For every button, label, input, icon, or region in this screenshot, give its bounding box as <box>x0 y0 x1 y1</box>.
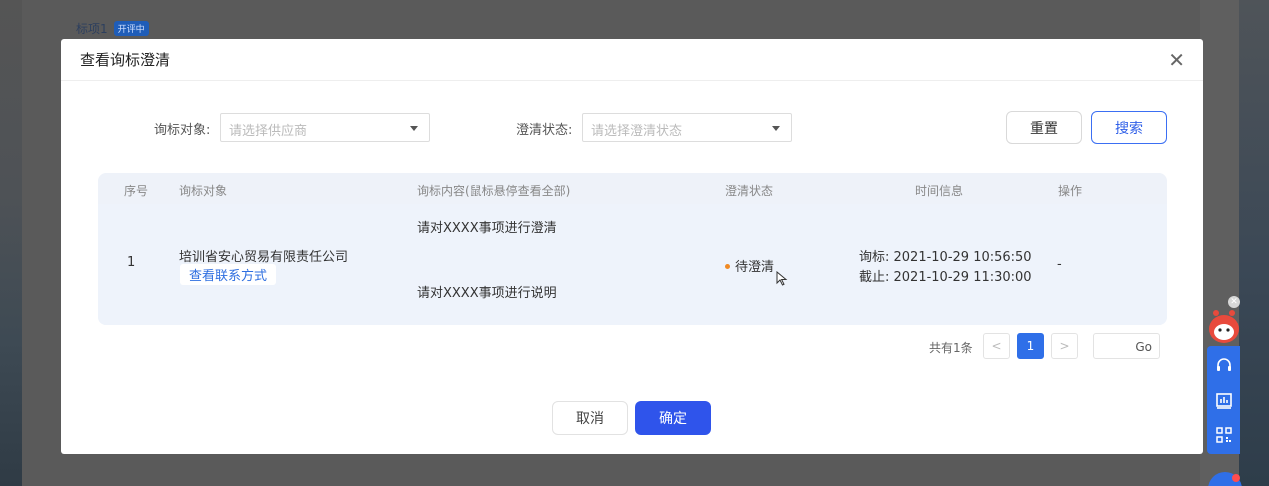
next-page-button[interactable]: > <box>1051 333 1078 359</box>
target-filter-label: 询标对象: <box>154 123 211 138</box>
target-select-placeholder: 请选择供应商 <box>229 124 308 139</box>
status-badge: 待澄清 <box>725 256 774 275</box>
view-contact-link[interactable]: 查看联系方式 <box>180 264 277 285</box>
go-button[interactable]: Go <box>1135 340 1152 354</box>
table-header: 序号 询标对象 询标内容(鼠标悬停查看全部) 澄清状态 时间信息 操作 <box>98 173 1167 204</box>
modal-header: 查看询标澄清 ✕ <box>61 39 1203 81</box>
column-header-time: 时间信息 <box>915 184 964 198</box>
time-inquiry: 询标: 2021-10-29 10:56:50 <box>859 250 1032 265</box>
status-select[interactable]: 请选择澄清状态 <box>582 113 792 142</box>
column-header-index: 序号 <box>124 184 149 198</box>
status-dot-icon <box>725 264 730 269</box>
background-right <box>1239 0 1269 486</box>
row-action: - <box>1057 257 1062 272</box>
row-target: 培训省安心贸易有限责任公司 <box>179 250 349 265</box>
status-select-placeholder: 请选择澄清状态 <box>591 124 683 139</box>
clarification-table: 序号 询标对象 询标内容(鼠标悬停查看全部) 澄清状态 时间信息 操作 1 培训… <box>98 173 1167 325</box>
status-filter-label: 澄清状态: <box>516 123 573 138</box>
row-content-clarify: 请对XXXX事项进行澄清 <box>417 221 557 236</box>
headset-icon[interactable] <box>1207 348 1240 382</box>
mouse-cursor-icon <box>776 271 788 286</box>
prev-page-button[interactable]: < <box>983 333 1010 359</box>
column-header-action: 操作 <box>1058 184 1083 198</box>
target-select[interactable]: 请选择供应商 <box>220 113 430 142</box>
reset-button[interactable]: 重置 <box>1006 111 1082 144</box>
close-icon[interactable]: ✕ <box>1168 50 1185 70</box>
background-status-badge: 开评中 <box>113 21 149 36</box>
clarification-modal: 查看询标澄清 ✕ 询标对象: 请选择供应商 澄清状态: 请选择澄清状态 重置 搜… <box>61 39 1203 454</box>
cancel-button[interactable]: 取消 <box>552 401 628 435</box>
column-header-target: 询标对象 <box>179 184 228 198</box>
background-breadcrumb-title: 标项1 <box>76 22 108 36</box>
time-deadline: 截止: 2021-10-29 11:30:00 <box>859 270 1032 285</box>
pagination: 共有1条 < 1 > Go <box>61 332 1203 360</box>
chevron-down-icon <box>410 126 418 131</box>
help-widget-bar <box>1207 346 1240 454</box>
page-jump-input[interactable]: Go <box>1093 333 1160 359</box>
pagination-total: 共有1条 <box>929 341 973 355</box>
background-breadcrumb: 标项1 开评中 <box>76 20 149 37</box>
modal-title: 查看询标澄清 <box>80 51 171 69</box>
report-icon[interactable] <box>1207 384 1240 418</box>
status-text: 待澄清 <box>735 260 775 275</box>
chevron-down-icon <box>772 126 780 131</box>
mascot-icon[interactable] <box>1207 307 1241 347</box>
search-button[interactable]: 搜索 <box>1091 111 1167 144</box>
column-header-status: 澄清状态 <box>725 184 774 198</box>
table-row: 1 培训省安心贸易有限责任公司 查看联系方式 请对XXXX事项进行澄清 请对XX… <box>98 204 1167 325</box>
column-header-content: 询标内容(鼠标悬停查看全部) <box>417 184 571 198</box>
page-1-button[interactable]: 1 <box>1017 333 1044 359</box>
qr-code-icon[interactable] <box>1207 418 1240 452</box>
row-index: 1 <box>127 255 136 270</box>
confirm-button[interactable]: 确定 <box>635 401 711 435</box>
row-content-explain: 请对XXXX事项进行说明 <box>417 286 557 301</box>
